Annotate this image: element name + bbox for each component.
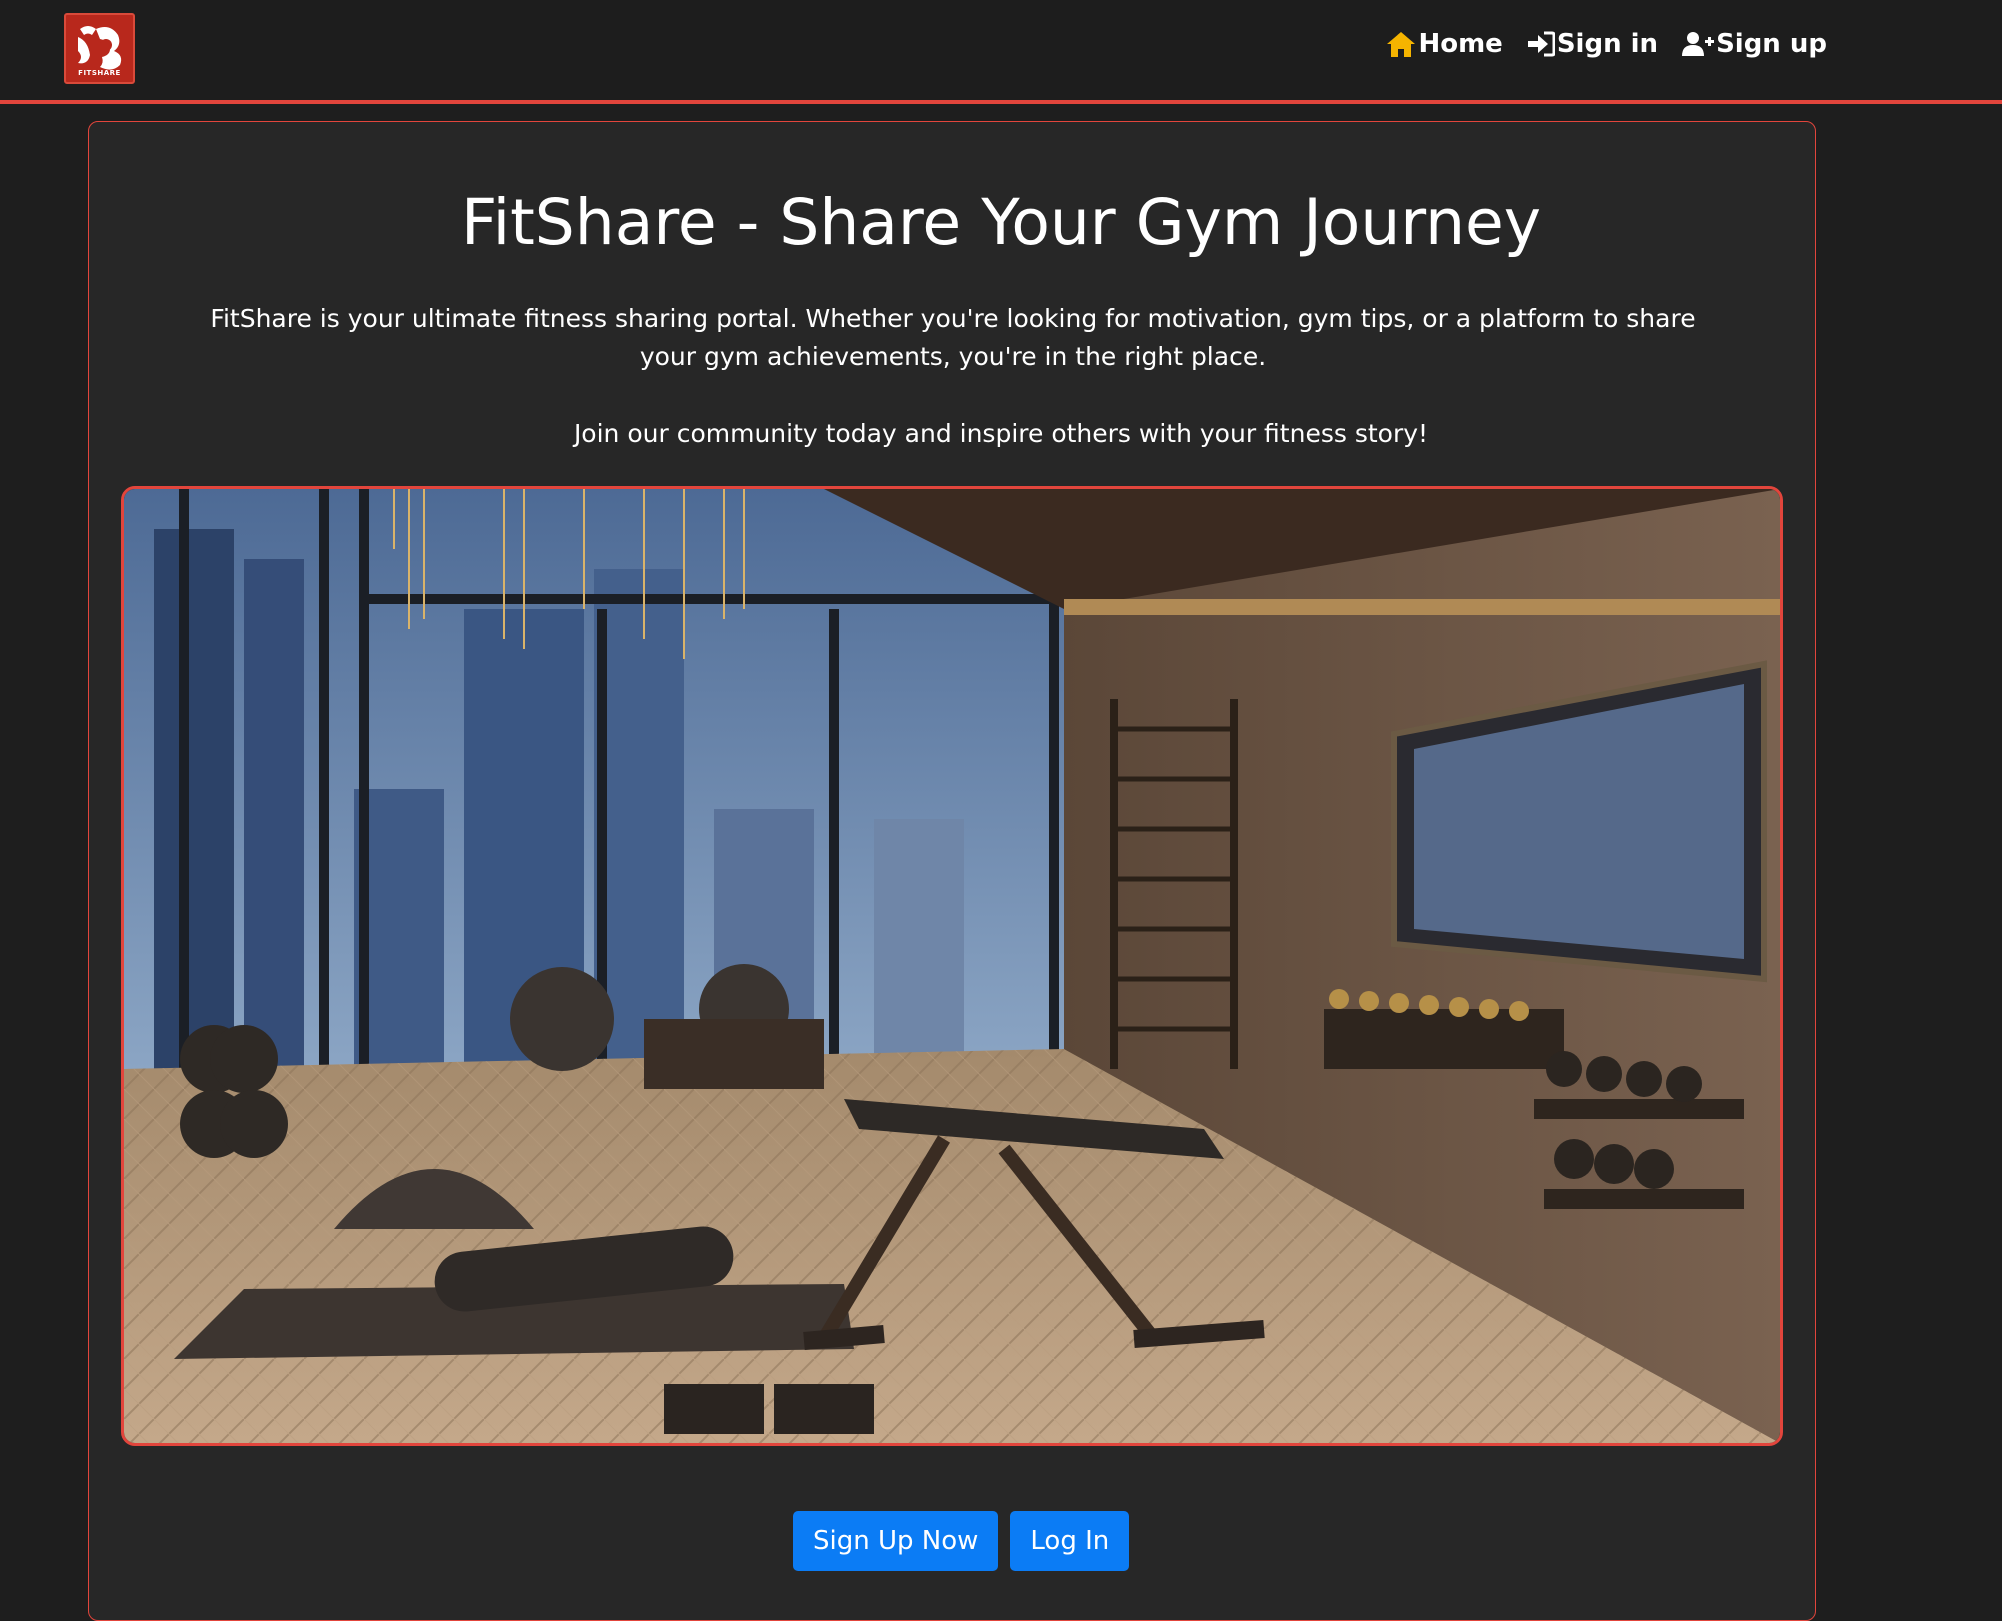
sign-up-now-button[interactable]: Sign Up Now xyxy=(793,1511,999,1571)
page-title: FitShare - Share Your Gym Journey xyxy=(460,186,1542,259)
sign-in-icon xyxy=(1527,31,1555,57)
nav-sign-up-link[interactable]: Sign up xyxy=(1682,29,1827,59)
nav-sign-in-label: Sign in xyxy=(1556,29,1659,59)
nav-home-link[interactable]: Home xyxy=(1386,29,1503,59)
nav-sign-up-label: Sign up xyxy=(1716,29,1827,59)
user-plus-icon xyxy=(1682,32,1715,56)
nav-sign-in-link[interactable]: Sign in xyxy=(1527,29,1658,59)
gym-photo xyxy=(124,489,1780,1443)
cta-buttons: Sign Up Now Log In xyxy=(793,1511,1130,1571)
cta-text: Join our community today and inspire oth… xyxy=(573,419,1429,448)
logo-text: FITSHARE xyxy=(78,69,121,77)
top-navbar: FITSHARE Home Sign in Sign up xyxy=(0,0,2002,104)
hero-image xyxy=(121,486,1783,1446)
intro-text: FitShare is your ultimate fitness sharin… xyxy=(210,304,1696,371)
fitshare-logo[interactable]: FITSHARE xyxy=(64,13,135,84)
log-in-button[interactable]: Log In xyxy=(1010,1511,1130,1571)
home-icon xyxy=(1387,32,1416,57)
nav-home-label: Home xyxy=(1418,29,1503,59)
nav-links: Home Sign in Sign up xyxy=(1386,29,1827,59)
